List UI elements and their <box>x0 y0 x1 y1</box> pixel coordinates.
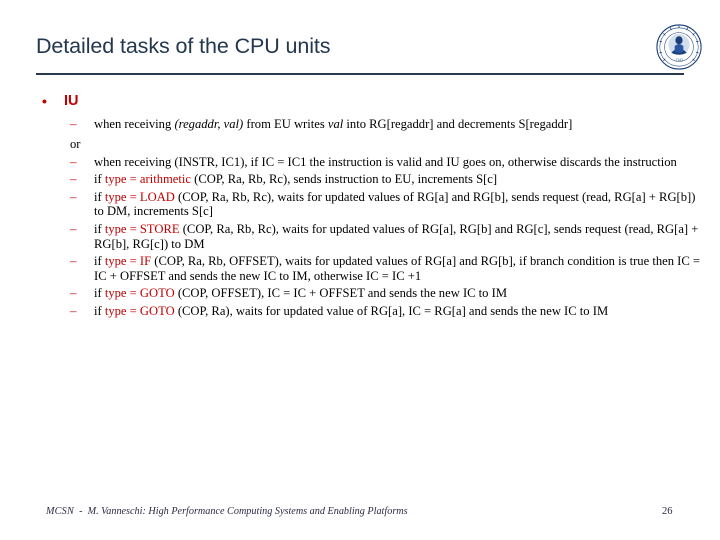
text-run: if <box>94 189 105 204</box>
list-item-text: when receiving (regaddr, val) from EU wr… <box>94 117 572 131</box>
text-run: from EU writes <box>243 117 328 131</box>
text-run: (COP, OFFSET), IC = IC + OFFSET and send… <box>174 286 508 301</box>
text-run: (COP, Ra, Rb, OFFSET), waits for updated… <box>94 254 701 283</box>
text-run: type = arithmetic <box>104 172 191 187</box>
footer-course-code: MCSN <box>46 506 74 517</box>
text-run: when receiving (INSTR, IC1), if IC = IC1… <box>94 154 677 169</box>
text-run: type = GOTO <box>104 286 175 301</box>
footer-attribution-text: M. Vanneschi: High Performance Computing… <box>87 506 408 517</box>
title-divider <box>36 73 684 75</box>
page-title: Detailed tasks of the CPU units <box>36 34 331 58</box>
bullet-dot-icon: • <box>42 93 47 109</box>
dash-marker-icon: – <box>70 220 77 236</box>
text-run: (COP, Ra, Rb, Rc), waits for updated val… <box>94 221 699 251</box>
list-item-text: when receiving (INSTR, IC1), if IC = IC1… <box>94 155 677 169</box>
list-item-text: if type = LOAD (COP, Ra, Rb, Rc), waits … <box>94 190 695 219</box>
text-run: if <box>94 303 105 318</box>
text-run: if <box>94 286 105 301</box>
text-run: type = LOAD <box>104 189 175 204</box>
list-item: – if type = GOTO (COP, Ra), waits for up… <box>0 302 720 319</box>
footer-separator: - <box>73 506 88 517</box>
text-run: val <box>327 117 344 131</box>
list-item: – if type = GOTO (COP, OFFSET), IC = IC … <box>0 285 720 301</box>
slide-content: • IU – when receiving (regaddr, val) fro… <box>0 92 720 319</box>
list-item-text: if type = GOTO (COP, OFFSET), IC = IC + … <box>94 286 507 300</box>
university-of-pisa-seal-icon: 1343 <box>655 23 703 71</box>
list-item-text: if type = GOTO (COP, Ra), waits for upda… <box>94 304 608 318</box>
list-item: – if type = IF (COP, Ra, Rb, OFFSET), wa… <box>0 253 720 283</box>
section-label-iu: IU <box>64 93 79 109</box>
list-item: – when receiving (INSTR, IC1), if IC = I… <box>0 153 720 170</box>
text-run: (COP, Ra), waits for updated value of RG… <box>174 303 609 318</box>
text-run: if <box>94 172 105 187</box>
dash-marker-icon: – <box>70 171 77 187</box>
bullet-item-iu: • IU <box>0 92 720 114</box>
footer-attribution: MCSN - M. Vanneschi: High Performance Co… <box>46 506 408 517</box>
text-run: into RG[regaddr] and decrements S[regadd… <box>343 117 573 131</box>
list-item: – if type = STORE (COP, Ra, Rb, Rc), wai… <box>0 220 720 251</box>
svg-text:1343: 1343 <box>675 58 683 62</box>
list-item-text: if type = arithmetic (COP, Ra, Rb, Rc), … <box>94 172 497 186</box>
page-number: 26 <box>662 506 673 517</box>
slide-header: Detailed tasks of the CPU units 1343 <box>0 0 720 84</box>
dash-marker-icon: – <box>70 153 77 169</box>
dash-marker-icon: – <box>70 302 77 318</box>
text-run: (COP, Ra, Rb, Rc), sends instruction to … <box>190 172 498 187</box>
dash-marker-icon: – <box>70 253 77 269</box>
list-item: – if type = arithmetic (COP, Ra, Rb, Rc)… <box>0 171 720 187</box>
text-run: type = IF <box>104 254 152 269</box>
slide-footer: MCSN - M. Vanneschi: High Performance Co… <box>0 506 720 526</box>
text-run: (COP, Ra, Rb, Rc), waits for updated val… <box>94 189 696 219</box>
dash-marker-icon: – <box>70 188 77 204</box>
connector-or-label: or <box>70 136 81 151</box>
text-run: if <box>94 221 105 236</box>
text-run: type = STORE <box>104 221 180 236</box>
list-item-text: if type = STORE (COP, Ra, Rb, Rc), waits… <box>94 222 698 251</box>
list-item: – when receiving (regaddr, val) from EU … <box>0 116 720 132</box>
text-run: (regaddr, val) <box>174 117 244 131</box>
list-item-text: if type = IF (COP, Ra, Rb, OFFSET), wait… <box>94 254 700 283</box>
dash-marker-icon: – <box>70 116 77 131</box>
text-run: if <box>94 254 105 269</box>
dash-marker-icon: – <box>70 285 77 301</box>
text-run: when receiving <box>94 117 175 131</box>
text-run: type = GOTO <box>104 303 175 318</box>
connector-or: or <box>0 137 720 152</box>
list-item: – if type = LOAD (COP, Ra, Rb, Rc), wait… <box>0 188 720 219</box>
